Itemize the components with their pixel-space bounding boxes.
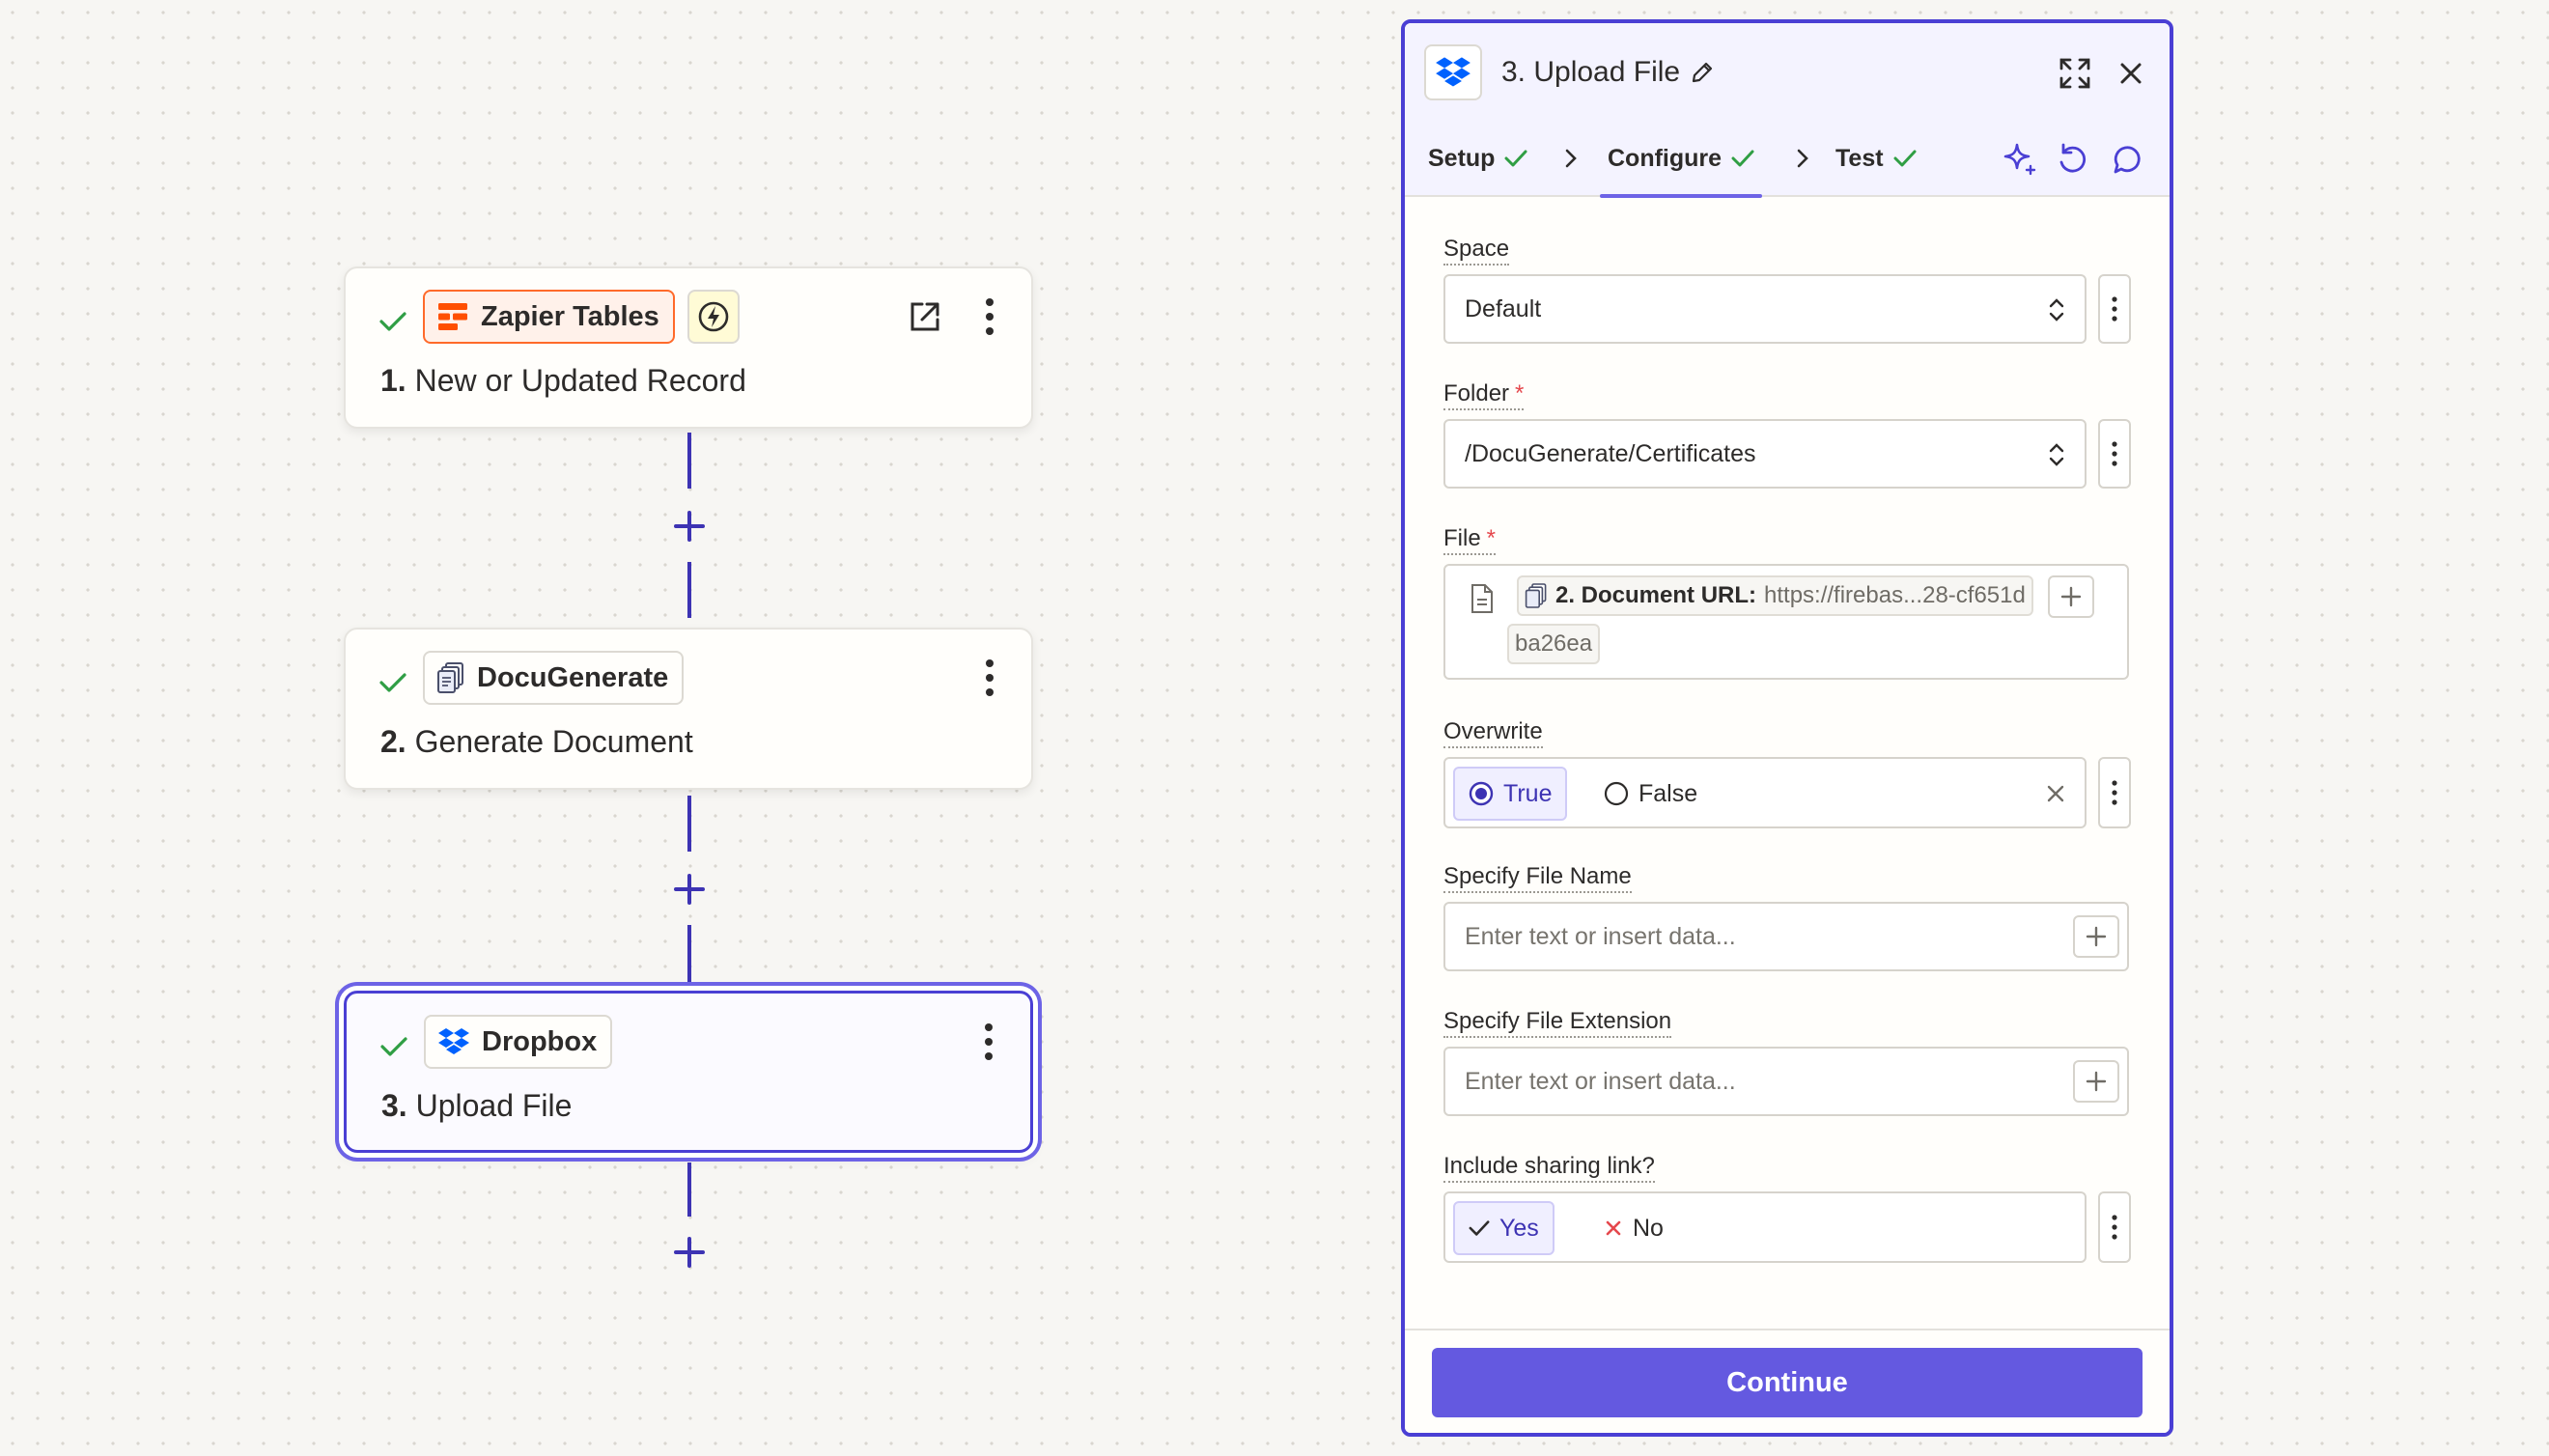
chevron-right-icon [1797,149,1808,168]
file-name-input[interactable]: Enter text or insert data... [1443,902,2129,971]
check-icon [380,1037,407,1056]
connector-line [687,562,691,618]
panel-header: 3. Upload File [1405,23,2170,120]
app-icon-box [1424,44,1482,100]
sharing-link-yes-option[interactable]: Yes [1453,1201,1555,1255]
overwrite-true-option[interactable]: True [1453,767,1568,821]
panel-title[interactable]: 3. Upload File [1501,56,1715,89]
add-step-plus-icon[interactable] [673,873,706,906]
check-icon [379,312,406,331]
sharing-link-label: Include sharing link? [1443,1153,1655,1183]
connector-line [687,1162,691,1217]
app-name: Zapier Tables [481,300,659,332]
kebab-menu-icon[interactable] [983,297,996,336]
check-icon [1504,150,1527,167]
file-name-label: Specify File Name [1443,863,1632,893]
data-pill-document-url-cont[interactable]: ba26ea [1507,624,1601,664]
kebab-menu-icon[interactable] [983,658,996,697]
x-icon [1606,1220,1621,1236]
ai-sparkle-icon[interactable] [2002,141,2038,178]
connector-line [687,433,691,489]
kebab-menu-icon [2112,1215,2117,1240]
space-select[interactable]: Default [1443,274,2087,344]
kebab-menu-icon [2112,780,2117,805]
file-extension-input[interactable]: Enter text or insert data... [1443,1047,2129,1116]
kebab-menu-icon [2112,441,2117,466]
clear-icon[interactable] [2044,782,2067,805]
overwrite-false-option[interactable]: False [1590,767,1711,821]
app-chip-docugenerate[interactable]: DocuGenerate [423,651,685,705]
folder-options-button[interactable] [2098,419,2131,489]
trigger-badge [687,290,740,344]
folder-label: Folder * [1443,380,1525,410]
dropbox-icon [1436,57,1471,87]
check-icon [379,673,406,692]
chevron-right-icon [1565,149,1577,168]
overwrite-radio-group: True False [1443,757,2087,828]
overwrite-label: Overwrite [1443,718,1543,748]
close-icon[interactable] [2114,56,2148,91]
plus-icon [2086,926,2107,947]
step-title: 1. New or Updated Record [380,363,746,398]
connector-line [687,796,691,852]
docugenerate-icon [1525,583,1547,608]
add-step-plus-icon[interactable] [673,1236,706,1269]
chevron-up-down-icon [2049,298,2064,322]
docugenerate-icon [437,662,463,693]
data-pill-document-url[interactable]: 2. Document URL: https://firebas...28-cf… [1517,575,2033,616]
folder-select[interactable]: /DocuGenerate/Certificates [1443,419,2087,489]
step-card-3[interactable]: Dropbox 3. Upload File [344,991,1033,1153]
maximize-icon[interactable] [2058,56,2092,91]
app-chip-zapier-tables[interactable]: Zapier Tables [423,290,675,344]
chevron-up-down-icon [2049,443,2064,466]
step-title: 3. Upload File [381,1088,573,1123]
sharing-link-no-option[interactable]: No [1590,1201,1677,1255]
insert-data-button[interactable] [2073,1060,2119,1103]
sharing-link-options-button[interactable] [2098,1191,2131,1263]
step-title: 2. Generate Document [380,724,693,759]
tab-setup[interactable]: Setup [1428,120,1527,197]
file-input[interactable]: 2. Document URL: https://firebas...28-cf… [1443,564,2129,680]
check-icon [1469,1220,1490,1236]
comment-icon[interactable] [2108,141,2144,178]
zapier-tables-icon [438,303,467,330]
step-card-2[interactable]: DocuGenerate 2. Generate Document [344,628,1033,790]
check-icon [1731,150,1754,167]
kebab-menu-icon [2112,296,2117,322]
continue-button[interactable]: Continue [1432,1348,2143,1417]
check-icon [1893,150,1917,167]
radio-unselected-icon [1604,781,1629,806]
radio-selected-icon [1469,781,1494,806]
insert-data-button[interactable] [2048,575,2094,618]
file-icon [1471,584,1493,613]
space-options-button[interactable] [2098,274,2131,344]
file-label: File * [1443,525,1497,555]
file-extension-label: Specify File Extension [1443,1008,1672,1038]
step-tabs: Setup Configure Test [1405,120,2170,198]
tab-configure[interactable]: Configure [1599,120,1763,198]
step-card-1[interactable]: Zapier Tables 1. New or Updated Record [344,266,1033,429]
space-label: Space [1443,236,1510,266]
tab-test[interactable]: Test [1835,120,1917,197]
panel-footer: Continue [1405,1329,2170,1433]
add-step-plus-icon[interactable] [673,510,706,543]
app-name: Dropbox [482,1025,598,1057]
sharing-link-toggle-group: Yes No [1443,1191,2087,1263]
connector-line [687,925,691,983]
open-external-icon[interactable] [908,299,942,334]
lightning-icon [698,301,729,332]
app-name: DocuGenerate [477,661,669,693]
insert-data-button[interactable] [2073,915,2119,958]
kebab-menu-icon[interactable] [982,1022,995,1061]
overwrite-options-button[interactable] [2098,757,2131,828]
undo-icon[interactable] [2054,141,2090,178]
app-chip-dropbox[interactable]: Dropbox [424,1015,613,1069]
step-editor-panel: 3. Upload File Setup Configure Test Spac… [1401,19,2173,1437]
plus-icon [2060,586,2082,607]
dropbox-icon [438,1028,469,1054]
plus-icon [2086,1071,2107,1092]
pencil-icon[interactable] [1690,60,1715,85]
